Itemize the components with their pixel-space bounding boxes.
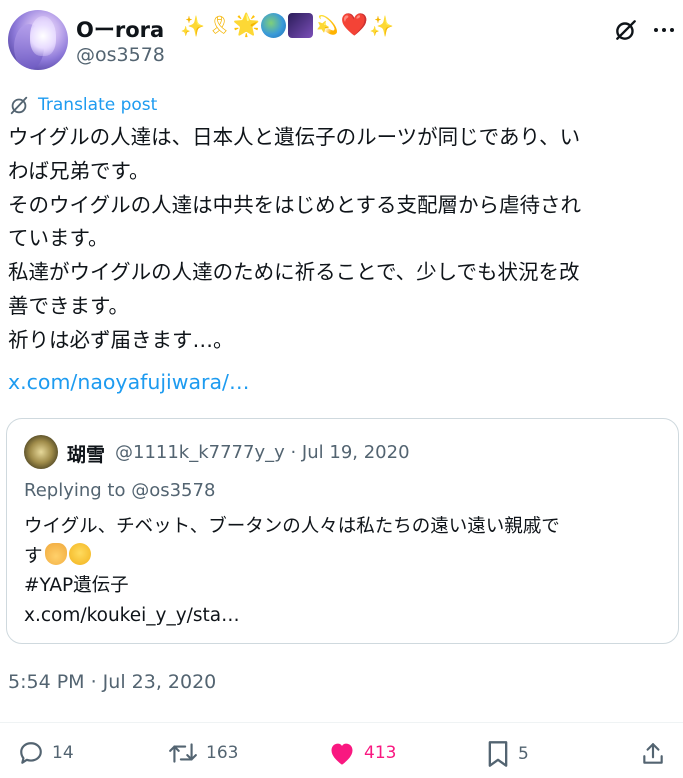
quoted-author-avatar[interactable] xyxy=(24,435,58,469)
post-text-line: ウイグルの人達は、日本人と遺伝子のルーツが同じであり、い xyxy=(8,125,581,149)
quoted-replying-to: Replying to @os3578 xyxy=(24,480,216,501)
quoted-post-text: ウイグル、チベット、ブータンの人々は私たちの遠い遠い親戚で す #YAP遺伝子 … xyxy=(24,512,674,630)
post-header: Oーrora ✨ 🎗 🌟 💫 ❤️ ✨ @os3578 xyxy=(6,8,678,72)
bookmark-icon xyxy=(488,741,508,767)
like-count: 413 xyxy=(364,743,397,763)
globe-slash-icon xyxy=(10,96,28,115)
display-name-emojis: ✨ 🎗 🌟 💫 ❤️ ✨ xyxy=(180,13,394,38)
author-avatar[interactable] xyxy=(8,10,68,70)
author-display-name[interactable]: Oーrora xyxy=(76,14,164,44)
quoted-text-line: ウイグル、チベット、ブータンの人々は私たちの遠い遠い親戚で xyxy=(24,516,560,537)
globe-emoji xyxy=(261,13,286,38)
bookmark-count: 5 xyxy=(518,744,529,764)
post-text-line: わば兄弟です。 xyxy=(8,158,150,183)
retweet-count: 163 xyxy=(206,743,239,763)
milky-way-emoji xyxy=(288,13,313,38)
bookmark-button[interactable]: 5 xyxy=(486,740,529,768)
post-text: ウイグルの人達は、日本人と遺伝子のルーツが同じであり、い わば兄弟です。 そのウ… xyxy=(8,121,682,358)
sparkles-emoji: ✨ xyxy=(180,13,205,38)
sad-relieved-face-emoji xyxy=(68,542,91,565)
dizzy-emoji: 💫 xyxy=(316,15,339,36)
quoted-link[interactable]: x.com/koukei_y_y/sta… xyxy=(24,601,674,631)
share-icon xyxy=(643,743,663,764)
post-text-line: そのウイグルの人達は中共をはじめとする支配層から虐待され xyxy=(8,192,581,217)
quoted-text-line: す xyxy=(24,542,674,572)
sparkles-emoji-2: ✨ xyxy=(369,13,394,38)
action-bar: 14 163 413 5 xyxy=(0,740,683,776)
quoted-post-card[interactable]: 瑚雪 @1111k_k7777y_y · Jul 19, 2020 Replyi… xyxy=(6,418,679,644)
heart-icon xyxy=(331,743,353,765)
quoted-text-fragment: す xyxy=(24,545,43,567)
grok-icon[interactable] xyxy=(612,16,640,44)
author-handle[interactable]: @os3578 xyxy=(76,44,165,66)
post-text-line: 善できます。 xyxy=(8,293,129,318)
heart-emoji: ❤️ xyxy=(340,13,369,38)
post-link[interactable]: x.com/naoyafujiwara/… xyxy=(8,370,249,394)
avatar-glow xyxy=(30,16,56,56)
post-timestamp[interactable]: 5:54 PM · Jul 23, 2020 xyxy=(8,671,216,693)
ribbon-emoji: 🎗 xyxy=(208,15,231,36)
post-text-line: ています。 xyxy=(8,226,109,251)
retweet-icon xyxy=(169,743,197,763)
reply-count: 14 xyxy=(52,743,74,763)
reply-icon xyxy=(20,742,42,764)
more-icon[interactable] xyxy=(650,16,678,44)
folded-hands-emoji xyxy=(44,542,67,565)
post-text-line: 私達がウイグルの人達のために祈ることで、少しでも状況を改 xyxy=(8,260,580,285)
quoted-author-handle-date: @1111k_k7777y_y · Jul 19, 2020 xyxy=(115,442,410,463)
reply-button[interactable]: 14 xyxy=(18,740,74,766)
quoted-author-name[interactable]: 瑚雪 xyxy=(67,440,105,467)
like-button[interactable]: 413 xyxy=(328,740,396,766)
divider xyxy=(0,722,683,723)
post-text-line: 祈りは必ず届きます…。 xyxy=(8,327,234,352)
translate-post-label: Translate post xyxy=(38,95,158,115)
quoted-hashtag[interactable]: #YAP遺伝子 xyxy=(24,571,674,601)
share-button[interactable] xyxy=(640,740,666,768)
retweet-button[interactable]: 163 xyxy=(168,740,238,766)
translate-post-link[interactable]: Translate post xyxy=(8,94,157,116)
glowing-star-emoji: 🌟 xyxy=(232,13,261,38)
